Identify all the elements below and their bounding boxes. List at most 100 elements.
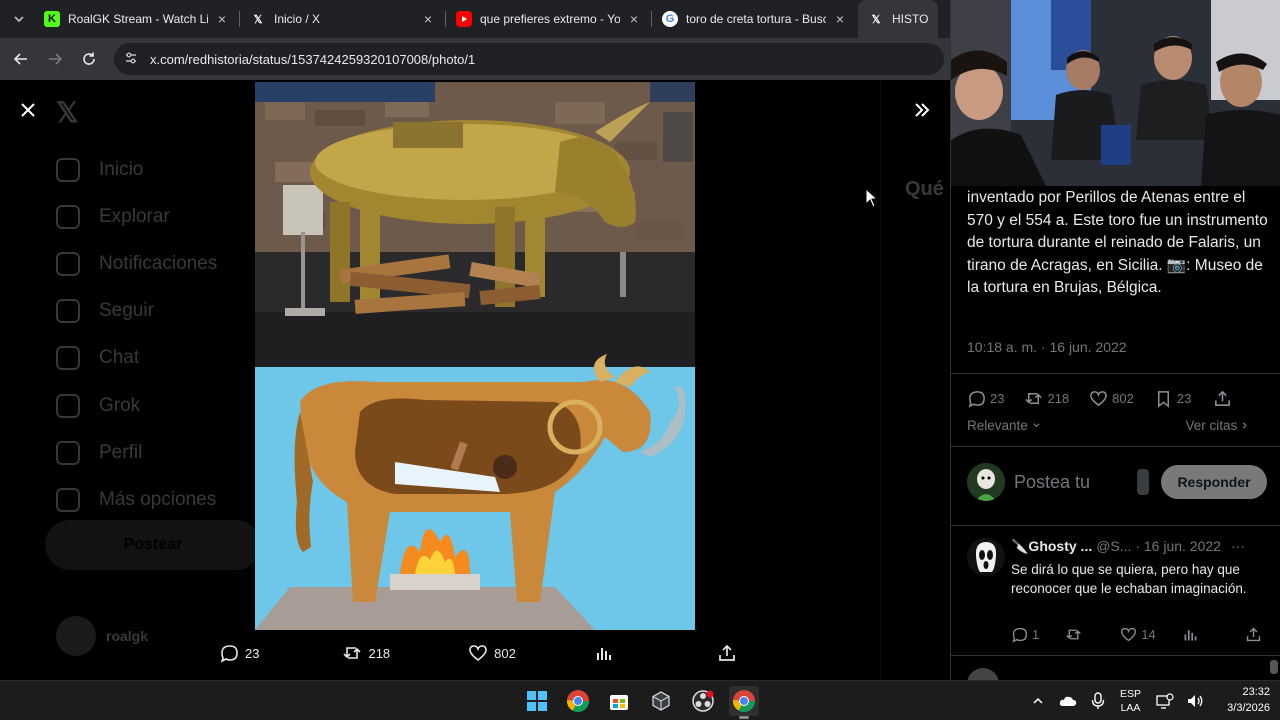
reply-share-action[interactable] xyxy=(1245,626,1266,643)
reply-count: 23 xyxy=(990,390,1005,406)
chevron-down-icon xyxy=(14,16,24,23)
browser-toolbar: x.com/redhistoria/status/153742425932010… xyxy=(0,38,950,80)
tab-search-button[interactable] xyxy=(4,4,34,34)
tab-title: toro de creta tortura - Busca xyxy=(686,12,826,26)
tweet-photo[interactable] xyxy=(255,82,695,630)
bookmark-icon xyxy=(1157,390,1169,408)
panel-scrollbar[interactable] xyxy=(1270,660,1278,674)
nav-item-mas-opciones: Más opciones xyxy=(56,476,217,523)
reply-button[interactable]: Responder xyxy=(1161,465,1267,499)
close-photo-button[interactable] xyxy=(12,94,44,126)
repost-count: 218 xyxy=(1047,390,1070,406)
nav-label: Perfil xyxy=(99,441,143,463)
views-action[interactable] xyxy=(594,643,620,663)
volume-icon[interactable] xyxy=(1185,691,1205,711)
reply-author-name[interactable]: 🔪Ghosty ... xyxy=(1011,538,1092,555)
tab-youtube[interactable]: que prefieres extremo - You × xyxy=(446,0,652,38)
reply-like-action[interactable]: 14 xyxy=(1120,626,1156,643)
nav-label: Explorar xyxy=(99,205,170,227)
tab-close-icon[interactable]: × xyxy=(214,11,230,27)
tab-close-icon[interactable]: × xyxy=(832,11,848,27)
reload-button[interactable] xyxy=(72,42,106,76)
system-tray: ESP LAA xyxy=(1028,681,1215,720)
comment-icon xyxy=(1012,627,1027,643)
onedrive-icon[interactable] xyxy=(1058,691,1078,711)
more-icon xyxy=(56,487,80,512)
reply-header: 🔪Ghosty ... @S... · 16 jun. 2022 xyxy=(1011,538,1257,555)
chevron-down-icon xyxy=(1032,423,1040,428)
sort-dropdown[interactable]: Relevante xyxy=(967,418,1041,433)
network-icon[interactable] xyxy=(1155,691,1175,711)
tweet-share[interactable] xyxy=(1213,389,1236,408)
taskbar-clock[interactable]: 23:32 3/3/2026 xyxy=(1210,684,1270,716)
quotes-label: Ver citas xyxy=(1185,418,1238,433)
tab-kick[interactable]: K RoalGK Stream - Watch Live × xyxy=(34,0,240,38)
reply-reply-action[interactable]: 1 xyxy=(1011,626,1039,643)
site-info-icon[interactable] xyxy=(124,51,144,68)
avatar[interactable] xyxy=(967,538,1005,576)
photo-viewer: 𝕏 Inicio Explorar Notificaciones Seguir … xyxy=(0,80,950,680)
language-indicator[interactable]: ESP LAA xyxy=(1120,687,1141,715)
clock-time: 23:32 xyxy=(1242,686,1270,698)
webcam-overlay xyxy=(951,0,1280,186)
tab-google[interactable]: G toro de creta tortura - Busca × xyxy=(652,0,858,38)
more-options-icon[interactable]: ··· xyxy=(1231,538,1245,554)
nav-item-explorar: Explorar xyxy=(56,193,217,240)
nav-label: Más opciones xyxy=(99,488,217,510)
nav-item-chat: Chat xyxy=(56,335,217,382)
tab-close-icon[interactable]: × xyxy=(626,11,642,27)
tweet-likes[interactable]: 802 xyxy=(1089,389,1134,408)
share-icon xyxy=(1215,390,1231,406)
taskbar-store[interactable] xyxy=(604,686,634,716)
windows-icon xyxy=(527,691,547,711)
tweet-detail-panel: inventado por Perillos de Atenas entre e… xyxy=(950,0,1280,700)
back-button[interactable] xyxy=(4,42,38,76)
background-sidebar: 𝕏 Inicio Explorar Notificaciones Seguir … xyxy=(0,80,270,680)
tab-close-icon[interactable]: × xyxy=(420,11,436,27)
divider xyxy=(951,446,1280,447)
avatar xyxy=(56,616,96,656)
start-button[interactable] xyxy=(522,686,552,716)
tweet-bookmarks[interactable]: 23 xyxy=(1154,389,1191,408)
expand-panel-button[interactable] xyxy=(906,94,938,126)
chrome-icon xyxy=(733,690,755,712)
tweet-replies[interactable]: 23 xyxy=(967,389,1004,408)
address-bar[interactable]: x.com/redhistoria/status/153742425932010… xyxy=(114,43,944,75)
language-code: ESP xyxy=(1120,688,1142,700)
tweet-text: inventado por Perillos de Atenas entre e… xyxy=(967,189,1268,297)
reply-handle[interactable]: @S... · 16 jun. 2022 xyxy=(1096,538,1221,555)
share-action[interactable] xyxy=(717,643,743,663)
tweet-reposts[interactable]: 218 xyxy=(1024,389,1069,408)
reply-input[interactable]: Postea tu xyxy=(1014,472,1137,493)
tweet-timestamp[interactable]: 10:18 a. m. · 16 jun. 2022 xyxy=(967,339,1127,355)
reply-composer: Postea tu Responder xyxy=(967,462,1267,502)
view-quotes-link[interactable]: Ver citas xyxy=(1185,418,1249,433)
cube-icon xyxy=(652,691,670,711)
taskbar-chrome[interactable] xyxy=(563,686,593,716)
obs-icon xyxy=(692,690,714,712)
photo-action-bar: 23 218 802 xyxy=(200,636,740,670)
mail-icon xyxy=(56,346,80,371)
repost-action[interactable]: 218 xyxy=(342,643,390,663)
forward-button[interactable] xyxy=(38,42,72,76)
show-hidden-icons[interactable] xyxy=(1028,691,1048,711)
tab-x-home[interactable]: 𝕏 Inicio / X × xyxy=(240,0,446,38)
microphone-icon[interactable] xyxy=(1088,691,1108,711)
scrollbar-thumb[interactable] xyxy=(1137,469,1149,495)
tab-title: HISTORIA d xyxy=(892,12,928,26)
bookmark-count: 23 xyxy=(1176,390,1192,406)
tab-historia[interactable]: 𝕏 HISTORIA d xyxy=(858,0,938,38)
comment-icon xyxy=(220,645,238,663)
reply-sort-row: Relevante Ver citas xyxy=(967,418,1249,433)
reply-action[interactable]: 23 xyxy=(219,643,259,663)
reply-actions: 1 14 xyxy=(1011,626,1260,643)
keyboard-layout: LAA xyxy=(1120,702,1141,714)
taskbar-chrome-active[interactable] xyxy=(729,686,759,719)
taskbar-obs[interactable] xyxy=(688,686,718,716)
like-action[interactable]: 802 xyxy=(468,643,516,663)
close-icon xyxy=(21,103,35,117)
reply-views-action[interactable] xyxy=(1182,626,1203,643)
taskbar-app[interactable] xyxy=(646,686,676,716)
divider xyxy=(951,655,1280,656)
reply-repost-action[interactable] xyxy=(1065,626,1086,643)
